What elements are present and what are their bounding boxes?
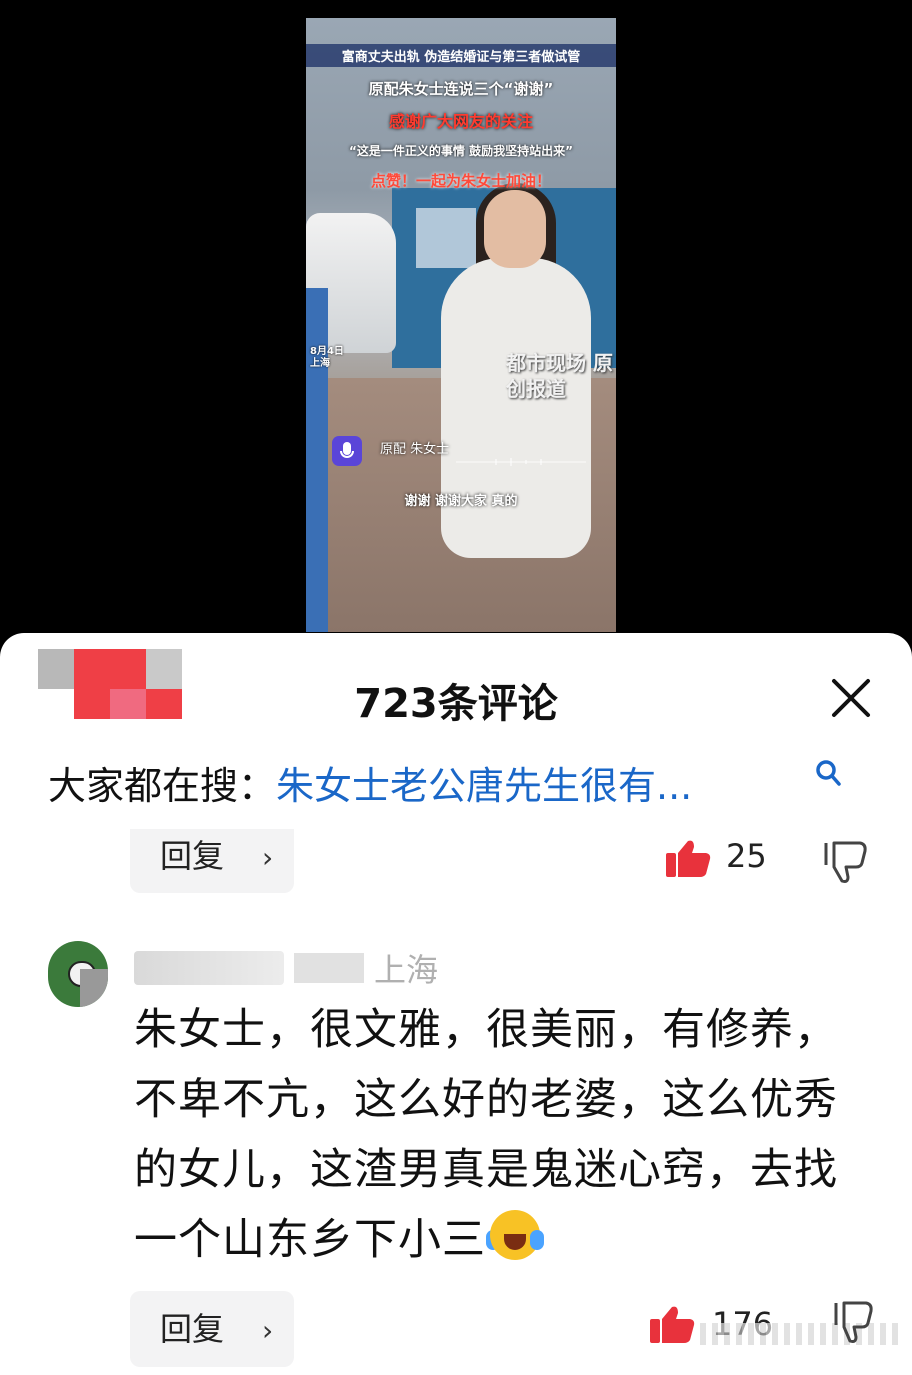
thumbs-up-icon[interactable] xyxy=(664,839,712,879)
video-caption-cta: 点赞！一起为朱女士加油！ xyxy=(370,172,551,190)
video-date-tag: 8月4日 上海 xyxy=(310,346,344,369)
comment-count-title: 723条评论 xyxy=(354,681,558,727)
reply-button[interactable]: 回复 › xyxy=(130,1291,294,1367)
like-count: 25 xyxy=(726,837,767,875)
thumbs-up-icon[interactable] xyxy=(648,1305,696,1345)
close-icon[interactable] xyxy=(824,671,878,725)
trending-search-row[interactable]: 大家都在搜：朱女士老公唐先生很有... xyxy=(48,755,692,815)
video-scene-reporter xyxy=(306,288,328,632)
video-watermark: 都市现场 原创报道 xyxy=(506,351,613,401)
avatar[interactable] xyxy=(48,941,108,1007)
video-speaker-label: 原配 朱女士 xyxy=(380,442,450,457)
comment-sheet: 723条评论 大家都在搜：朱女士老公唐先生很有... 回复 › 25 上海 朱女士… xyxy=(0,633,912,1375)
video-frame[interactable]: 富商丈夫出轨 伪造结婚证与第三者做试管 原配朱女士连说三个“谢谢” 感谢广大网友… xyxy=(306,18,616,632)
video-scene-woman-dress xyxy=(441,258,591,558)
search-icon[interactable] xyxy=(814,758,842,790)
reply-button-label: 回复 xyxy=(160,837,225,875)
video-subtitle: 谢谢 谢谢大家 真的 xyxy=(404,494,518,509)
audio-waveform-icon xyxy=(456,458,586,466)
redacted-username xyxy=(134,951,284,985)
laughing-crying-emoji-icon xyxy=(486,1208,544,1262)
video-scene-window xyxy=(416,208,476,268)
video-caption-line3: 感谢广大网友的关注 xyxy=(388,112,533,131)
video-caption-quote: “这是一件正义的事情 鼓励我坚持站出来” xyxy=(349,144,573,158)
video-player[interactable]: 富商丈夫出轨 伪造结婚证与第三者做试管 原配朱女士连说三个“谢谢” 感谢广大网友… xyxy=(0,0,912,660)
trending-search-link[interactable]: 朱女士老公唐先生很有... xyxy=(276,764,692,808)
reply-button-label: 回复 xyxy=(160,1310,225,1348)
trending-search-prefix: 大家都在搜： xyxy=(48,764,277,808)
thumbs-down-icon[interactable] xyxy=(830,1299,874,1345)
comment-text: 朱女士，很文雅，很美丽，有修养，不卑不亢，这么好的老婆，这么优秀的女儿，这渣男真… xyxy=(134,995,874,1275)
redacted-date xyxy=(294,953,364,983)
comment-location: 上海 xyxy=(374,951,439,989)
thumbs-down-icon[interactable] xyxy=(820,839,868,885)
reply-button[interactable]: 回复 › xyxy=(130,829,294,893)
microphone-icon xyxy=(332,436,362,466)
chevron-right-icon: › xyxy=(262,1314,274,1347)
video-caption-line2: 原配朱女士连说三个“谢谢” xyxy=(368,80,554,98)
video-caption-headline: 富商丈夫出轨 伪造结婚证与第三者做试管 xyxy=(306,44,616,67)
comment-meta: 上海 xyxy=(134,945,438,989)
video-scene-woman-face xyxy=(484,190,546,268)
chevron-right-icon: › xyxy=(262,841,274,874)
